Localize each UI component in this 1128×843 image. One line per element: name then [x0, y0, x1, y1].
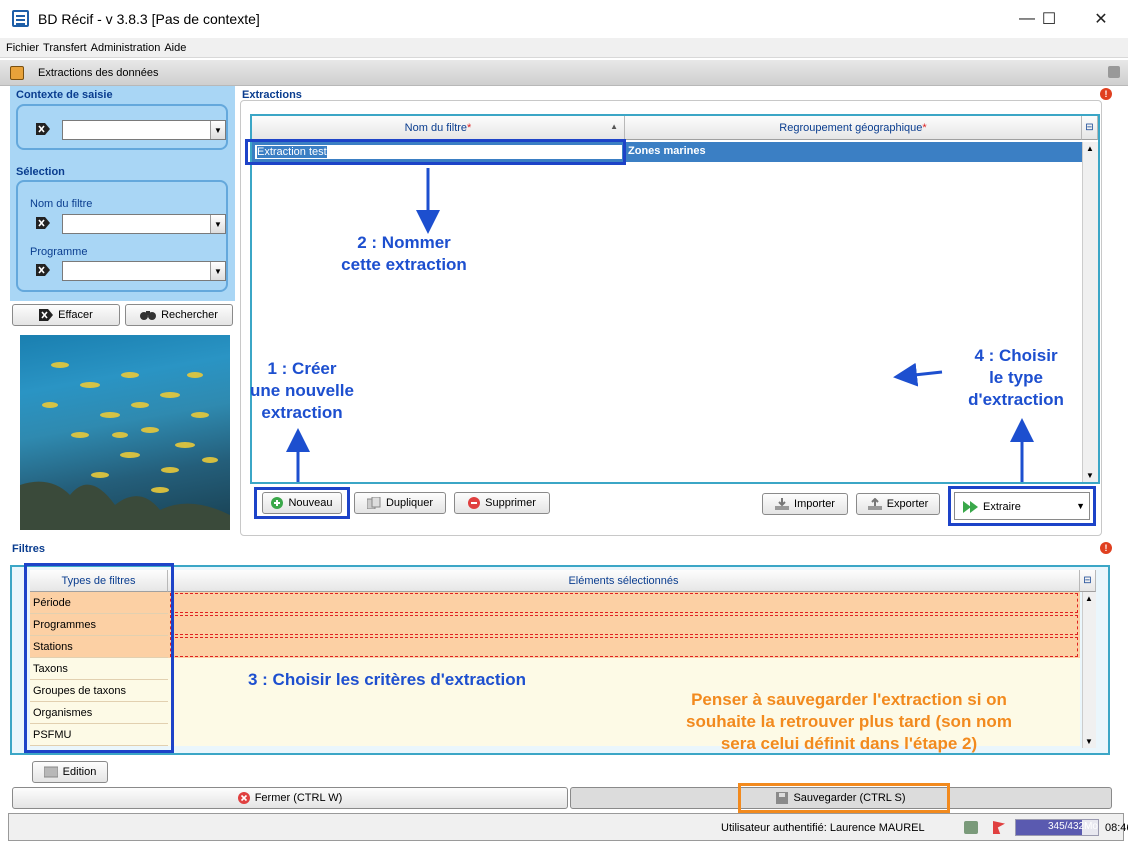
annotation-save-note: Penser à sauvegarder l'extraction si on …: [624, 689, 1074, 755]
column-chooser-icon[interactable]: ⊟: [1080, 570, 1096, 592]
highlight-save-button: [738, 783, 950, 813]
filters-scrollbar[interactable]: ▲ ▼: [1082, 592, 1096, 748]
highlight-filter-types: [24, 563, 174, 753]
annotation-step-3: 3 : Choisir les critères d'extraction: [248, 670, 527, 689]
edit-icon: [43, 766, 58, 778]
column-header-selected-elements[interactable]: Eléments sélectionnés: [168, 570, 1080, 592]
sync-icon[interactable]: [964, 821, 978, 834]
error-icon: !: [1100, 542, 1112, 554]
scroll-down-icon[interactable]: ▼: [1085, 737, 1093, 746]
close-icon: [237, 792, 250, 804]
flag-icon[interactable]: [993, 821, 1005, 834]
authenticated-user: Utilisateur authentifié: Laurence MAUREL: [721, 822, 925, 834]
close-button-label: Fermer (CTRL W): [254, 792, 343, 804]
memory-usage: 345/432Mo: [1047, 821, 1098, 832]
programmes-value-cell[interactable]: [170, 615, 1078, 635]
close-button[interactable]: Fermer (CTRL W): [12, 787, 568, 809]
annotation-line: sera celui définit dans l'étape 2): [720, 734, 978, 753]
annotation-line: Penser à sauvegarder l'extraction si on: [691, 690, 1007, 709]
clock: 08:46: [1105, 822, 1128, 834]
edit-button-label: Edition: [62, 766, 97, 778]
annotation-line: souhaite la retrouver plus tard (son nom: [686, 712, 1012, 731]
scroll-up-icon[interactable]: ▲: [1085, 594, 1093, 603]
stations-value-cell[interactable]: [170, 637, 1078, 657]
edit-button[interactable]: Edition: [32, 761, 108, 783]
arrow-step-4-left: [893, 362, 943, 387]
memory-gauge: 345/432Mo: [1015, 819, 1099, 836]
filters-title: Filtres: [12, 543, 46, 555]
status-bar: Utilisateur authentifié: Laurence MAUREL…: [8, 813, 1128, 841]
period-value-cell[interactable]: [170, 593, 1078, 613]
